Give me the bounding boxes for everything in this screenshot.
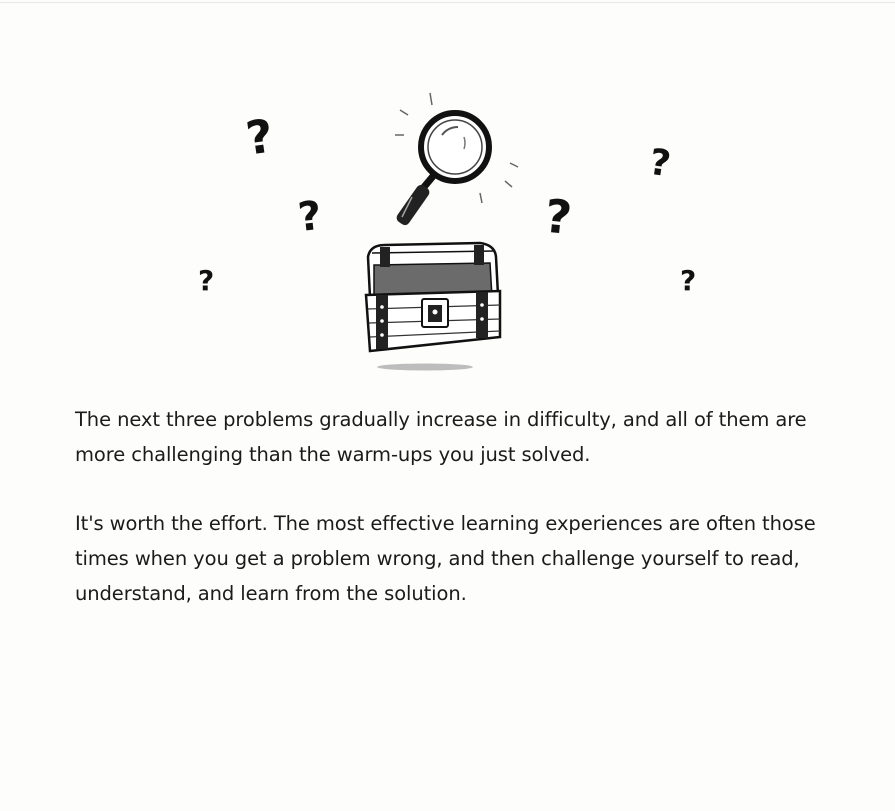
- encouragement-paragraph: It's worth the effort. The most effectiv…: [75, 512, 816, 605]
- main-content: The next three problems gradually increa…: [75, 402, 845, 645]
- question-mark-icon: ?: [243, 108, 277, 165]
- magnifying-glass-icon: [395, 92, 519, 226]
- question-mark-icon: ?: [542, 189, 574, 245]
- puzzle-illustration: ? ? ? ? ? ?: [180, 85, 720, 375]
- question-mark-icon: ?: [198, 264, 214, 297]
- top-divider: [0, 2, 895, 3]
- question-mark-icon: ?: [296, 193, 324, 241]
- intro-paragraph: The next three problems gradually increa…: [75, 408, 807, 466]
- question-mark-icon: ?: [680, 264, 696, 297]
- question-mark-icon: ?: [647, 142, 673, 186]
- treasure-chest-icon: [364, 241, 502, 371]
